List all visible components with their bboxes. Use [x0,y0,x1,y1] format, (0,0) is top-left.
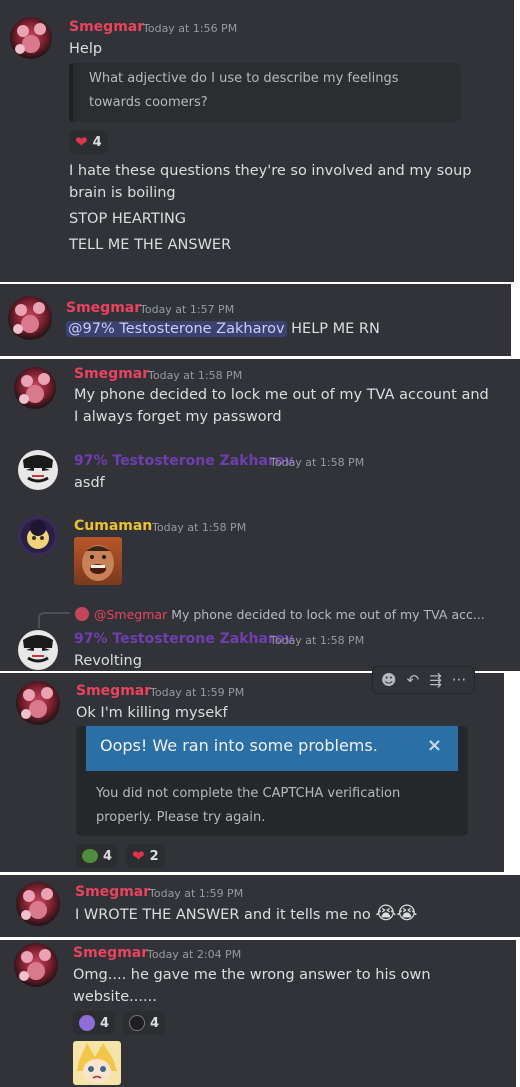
message-text: Help [69,41,103,57]
message-text: Revolting [74,653,142,669]
message-text: Ok I'm killing mysekf [76,705,228,721]
quote-line: What adjective do I use to describe my f… [89,71,399,86]
author-name[interactable]: 97% Testosterone Zakharov [74,631,294,647]
reply-icon[interactable]: ↶ [407,671,420,689]
timestamp: Today at 1:57 PM [140,303,235,316]
message-text: I always forget my password [74,409,282,425]
forward-icon[interactable]: ⇶ [429,671,442,689]
reaction-count: 4 [92,134,102,150]
smegmar-avatar[interactable] [14,943,58,987]
more-icon[interactable]: ··· [452,671,466,689]
message-toolbar: ☻ ↶ ⇶ ··· [372,666,476,694]
author-name[interactable]: Smegmar [75,884,150,900]
message-text: Omg.... he gave me the wrong answer to h… [73,967,431,983]
add-reaction-icon[interactable]: ☻ [381,671,397,689]
error-message: You did not complete the CAPTCHA verific… [96,786,401,801]
error-title: Oops! We ran into some problems. [100,736,378,755]
avatar-art-icon [23,455,53,483]
timestamp: Today at 1:58 PM [270,456,365,469]
smegmar-avatar[interactable] [10,17,52,59]
author-name[interactable]: Smegmar [73,945,148,961]
reaction-gif-image[interactable] [74,537,122,585]
reply-text: My phone decided to lock me out of my TV… [171,607,485,622]
avatar-art-icon [19,949,51,981]
heart-icon: ❤ [75,133,88,151]
author-name[interactable]: Smegmar [74,366,149,382]
anime-sticker-image[interactable] [73,1041,121,1085]
anime-face-image [77,1043,117,1083]
timestamp: Today at 1:58 PM [152,521,247,534]
smegmar-avatar[interactable] [16,882,60,926]
error-message: properly. Please try again. [96,810,266,825]
timestamp: Today at 1:59 PM [149,887,244,900]
message-text: I hate these questions they're so involv… [69,163,472,179]
avatar-art-icon [13,302,45,334]
message-text: My phone decided to lock me out of my TV… [74,387,489,403]
avatar-art-icon [21,687,53,719]
heart-icon: ❤ [132,847,145,865]
smegmar-avatar[interactable] [16,681,60,725]
zakharov-avatar[interactable] [18,630,58,670]
message-text-rest: HELP ME RN [291,321,380,337]
reaction-eye[interactable]: 4 [123,1011,166,1035]
author-name[interactable]: Smegmar [76,683,151,699]
timestamp: Today at 1:59 PM [150,686,245,699]
message-text: TELL ME THE ANSWER [69,237,232,253]
close-icon: × [426,735,442,756]
pepe-emoji-icon [82,849,98,863]
anime-emoji-icon [79,1015,95,1031]
user-mention[interactable]: @97% Testosterone Zakharov [66,321,287,337]
smegmar-avatar[interactable] [8,296,52,340]
message-text: I WROTE THE ANSWER and it tells me no 😭😭 [75,903,417,926]
reply-author[interactable]: @Smegmar [94,607,167,622]
quote-block: What adjective do I use to describe my f… [69,63,461,122]
timestamp: Today at 1:56 PM [143,22,238,35]
crying-emoji-icon: 😭😭 [375,903,418,924]
avatar-art-icon [19,373,50,404]
message-text: brain is boiling [69,185,176,201]
error-screenshot: Oops! We ran into some problems. × You d… [76,726,468,836]
author-name[interactable]: Smegmar [66,300,141,316]
avatar-art-icon [15,23,46,54]
avatar-art-icon [21,519,55,553]
reaction-heart[interactable]: ❤ 2 [126,844,165,868]
reaction-pepe[interactable]: 4 [76,844,119,868]
message-text-main: I WROTE THE ANSWER and it tells me no [75,907,371,923]
zakharov-avatar[interactable] [18,450,58,490]
author-name[interactable]: Cumaman [74,518,152,534]
reply-connector [38,612,70,628]
timestamp: Today at 1:58 PM [270,634,365,647]
reaction-count: 4 [100,1015,110,1031]
quote-bar [69,63,73,122]
message-text: asdf [74,475,105,491]
reaction-count: 4 [103,848,113,864]
reaction-anime[interactable]: 4 [73,1011,116,1035]
reaction-heart[interactable]: ❤ 4 [69,130,108,154]
cumaman-avatar[interactable] [18,516,58,556]
avatar-art-icon [21,888,53,920]
reaction-count: 2 [149,848,159,864]
message-text: @97% Testosterone Zakharov HELP ME RN [66,318,380,340]
laughing-man-image [82,545,114,581]
reply-avatar [75,607,89,621]
avatar-art-icon [23,635,53,663]
message-text: website...... [73,989,157,1005]
message-text: STOP HEARTING [69,211,187,227]
quote-line: towards coomers? [89,95,208,110]
reply-preview[interactable]: @Smegmar My phone decided to lock me out… [94,607,485,622]
reaction-count: 4 [150,1015,160,1031]
eye-emoji-icon [129,1015,145,1031]
timestamp: Today at 2:04 PM [147,948,242,961]
author-name[interactable]: 97% Testosterone Zakharov [74,453,294,469]
author-name[interactable]: Smegmar [69,19,144,35]
timestamp: Today at 1:58 PM [148,369,243,382]
smegmar-avatar[interactable] [14,367,56,409]
